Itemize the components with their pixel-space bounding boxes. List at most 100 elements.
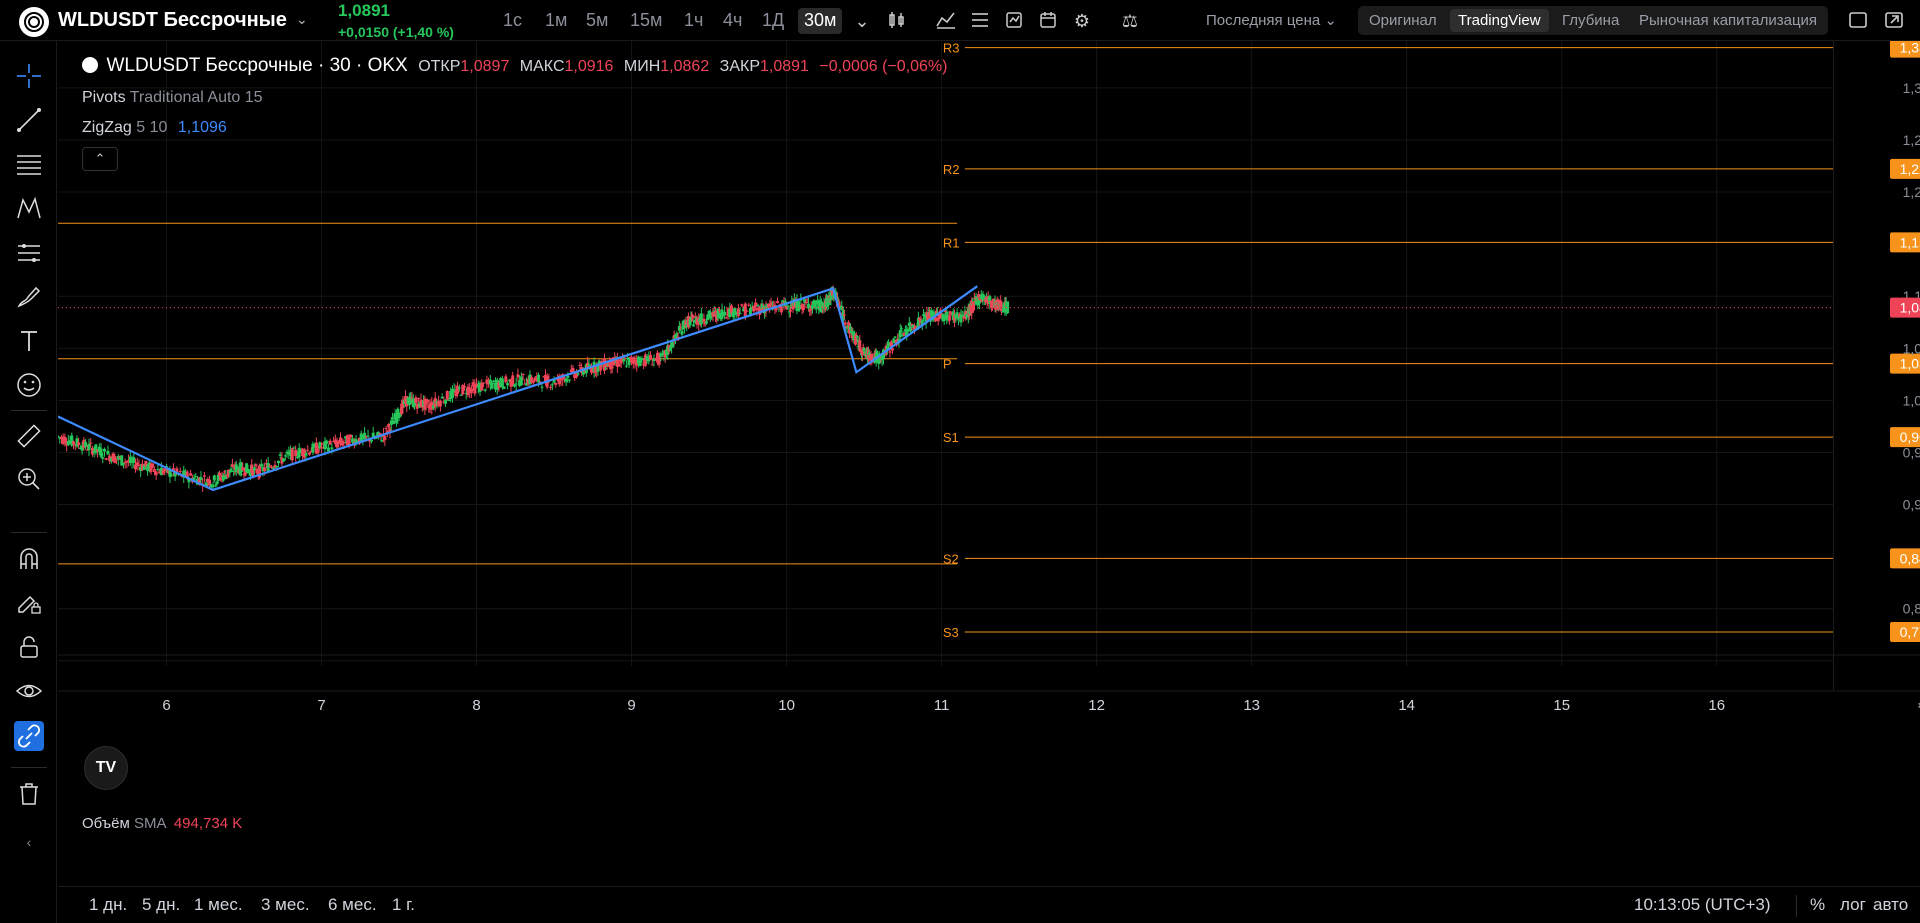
- chevron-down-icon[interactable]: ⌄: [851, 10, 873, 32]
- x-tick-label: 16: [1708, 697, 1725, 714]
- trend-line-icon[interactable]: [14, 105, 44, 135]
- view-tradingview[interactable]: TradingView: [1450, 9, 1549, 32]
- candle-body: [101, 457, 105, 459]
- candle-body: [659, 353, 663, 357]
- ruler-icon[interactable]: [14, 421, 44, 451]
- calendar-icon[interactable]: [1037, 10, 1059, 32]
- chart-area[interactable]: R3 1,3387 R2 1,2223 R1 1,1517 P 1,0353 S1 0,9647 S…: [58, 41, 1920, 851]
- candle-body: [650, 364, 654, 366]
- layout-icon[interactable]: [1847, 10, 1869, 32]
- legend-main: WLDUSDT Бессрочные · 30 · OKX ОТКР1,0897…: [82, 55, 947, 77]
- fib-lines-icon[interactable]: [14, 150, 44, 180]
- candle-body: [294, 449, 298, 457]
- clock-timezone[interactable]: 10:13:05 (UTC+3): [1634, 895, 1771, 915]
- forecast-icon[interactable]: [14, 238, 44, 268]
- timeframe-1s[interactable]: 1с: [497, 8, 528, 34]
- candle-body: [723, 311, 727, 316]
- link-icon[interactable]: [14, 721, 44, 751]
- candle-body: [342, 442, 346, 444]
- candle-body: [554, 383, 558, 385]
- unlock-icon[interactable]: [14, 632, 44, 662]
- candle-body: [463, 386, 467, 388]
- timeframe-1h[interactable]: 1ч: [678, 8, 709, 34]
- candle-body: [106, 450, 110, 455]
- candle-body: [121, 463, 125, 465]
- candle-body: [212, 475, 216, 481]
- y-tick-label: 1,2500: [1903, 132, 1920, 148]
- zoom-in-icon[interactable]: [14, 464, 44, 494]
- indicators-icon[interactable]: [935, 10, 957, 32]
- y-tick-label: 1,3000: [1903, 80, 1920, 96]
- tradingview-logo[interactable]: TV: [84, 746, 128, 790]
- price-type-label: Последняя цена: [1206, 12, 1321, 29]
- crosshair-icon[interactable]: [14, 61, 44, 91]
- timeframe-15m[interactable]: 15м: [624, 8, 668, 34]
- auto-toggle[interactable]: авто: [1873, 895, 1908, 915]
- timeframe-5m[interactable]: 5м: [580, 8, 614, 34]
- candle-body: [747, 304, 751, 306]
- candle-body: [568, 379, 572, 381]
- view-original[interactable]: Оригинал: [1361, 9, 1445, 32]
- toolbar-divider: [11, 532, 47, 533]
- bottom-bar: 1 дн. 5 дн. 1 мес. 3 мес. 6 мес. 1 г. 10…: [58, 886, 1920, 923]
- alert-icon[interactable]: [1003, 10, 1025, 32]
- candle-body: [504, 376, 508, 383]
- candle-body: [610, 366, 614, 369]
- collapse-legend-button[interactable]: ⌃: [82, 147, 118, 171]
- candle-body: [87, 443, 91, 451]
- candles-icon[interactable]: [886, 10, 908, 32]
- range-3m[interactable]: 3 мес.: [261, 895, 310, 915]
- log-toggle[interactable]: лог: [1840, 895, 1866, 915]
- range-1d[interactable]: 1 дн.: [89, 895, 127, 915]
- timeframe-4h[interactable]: 4ч: [717, 8, 748, 34]
- open-label: ОТКР: [418, 58, 461, 75]
- chevron-down-icon[interactable]: ⌄: [296, 11, 308, 28]
- symbol-selector[interactable]: WLDUSDT Бессрочные: [58, 9, 287, 32]
- legend-title: WLDUSDT Бессрочные · 30 · OKX: [106, 55, 408, 76]
- price-type-select[interactable]: Последняя цена ⌄: [1206, 11, 1337, 29]
- eye-icon[interactable]: [14, 676, 44, 706]
- range-1m[interactable]: 1 мес.: [194, 895, 243, 915]
- candle-body: [740, 304, 744, 306]
- gear-icon[interactable]: ⚙: [1071, 10, 1093, 32]
- view-market-cap[interactable]: Рыночная капитализация: [1631, 9, 1825, 32]
- candle-body: [511, 375, 515, 386]
- text-tool-icon[interactable]: [14, 326, 44, 356]
- candle-body: [292, 447, 296, 449]
- fullscreen-icon[interactable]: [1883, 10, 1905, 32]
- okx-logo-icon: [19, 7, 49, 37]
- y-tick-label: 1,0500: [1903, 340, 1920, 356]
- collapse-toolbar-icon[interactable]: ‹: [14, 827, 44, 857]
- range-6m[interactable]: 6 мес.: [328, 895, 377, 915]
- trash-icon[interactable]: [14, 779, 44, 809]
- candle-body: [900, 328, 904, 330]
- lock-drawing-icon[interactable]: [14, 588, 44, 618]
- view-depth[interactable]: Глубина: [1554, 9, 1627, 32]
- candle-body: [178, 470, 182, 472]
- timeframe-1m[interactable]: 1м: [539, 8, 573, 34]
- percent-toggle[interactable]: %: [1810, 895, 1825, 915]
- legend-volume[interactable]: Объём SMA 494,734 K: [82, 815, 242, 832]
- range-1y[interactable]: 1 г.: [392, 895, 415, 915]
- price-chart[interactable]: R3 1,3387 R2 1,2223 R1 1,1517 P 1,0353 S1 0,9647 S…: [58, 41, 1920, 851]
- candle-body: [717, 309, 721, 311]
- candle-body: [888, 351, 892, 353]
- timeframe-1d[interactable]: 1Д: [756, 8, 790, 34]
- candle-body: [733, 308, 737, 315]
- candle-body: [640, 357, 644, 361]
- emoji-icon[interactable]: [14, 370, 44, 400]
- candle-body: [275, 466, 279, 468]
- timeframe-30m-active[interactable]: 30м: [798, 8, 843, 34]
- candle-body: [297, 448, 301, 458]
- scales-icon[interactable]: ⚖: [1119, 10, 1141, 32]
- brush-icon[interactable]: [14, 282, 44, 312]
- magnet-icon[interactable]: [14, 544, 44, 574]
- candle-body: [692, 324, 696, 327]
- list-icon[interactable]: [969, 10, 991, 32]
- pattern-icon[interactable]: [14, 194, 44, 224]
- legend-zigzag[interactable]: ZigZag 5 10 1,1096: [82, 119, 227, 137]
- candle-body: [483, 389, 487, 391]
- candle-body: [263, 467, 267, 471]
- range-5d[interactable]: 5 дн.: [142, 895, 180, 915]
- legend-pivots[interactable]: Pivots Traditional Auto 15: [82, 89, 263, 107]
